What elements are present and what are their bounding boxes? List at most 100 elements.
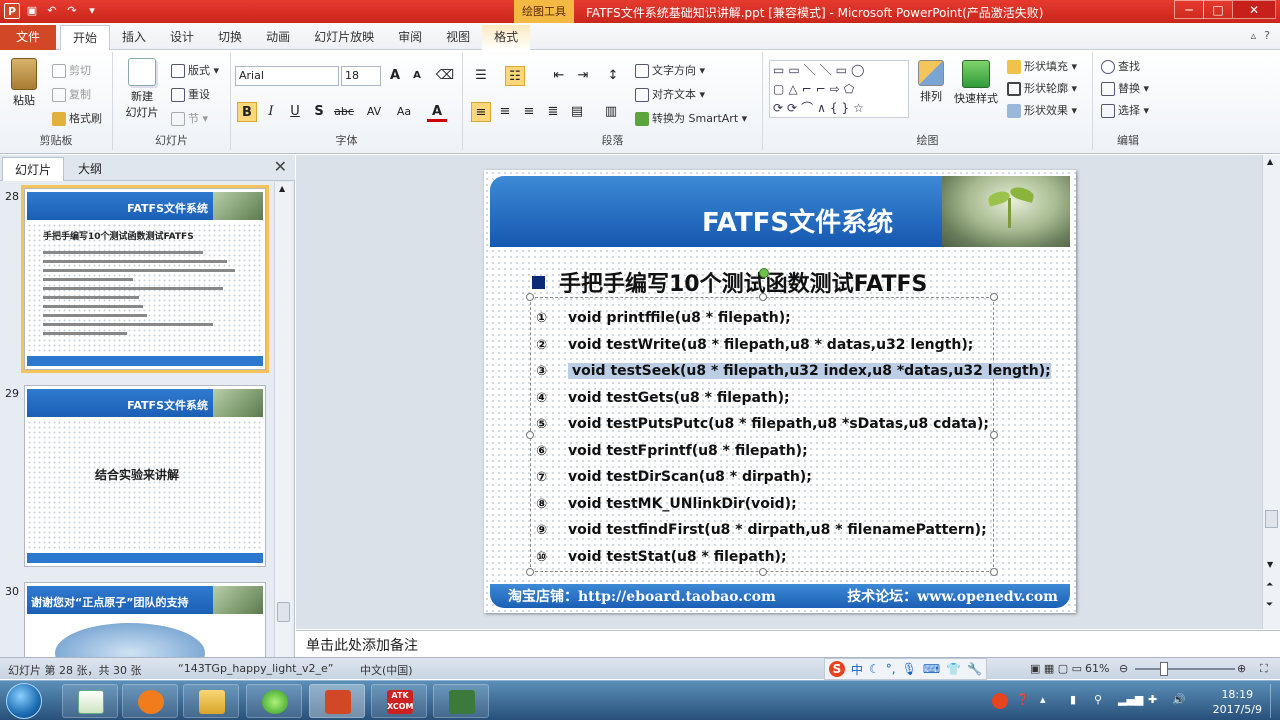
tab-animations[interactable]: 动画 — [254, 25, 302, 50]
list-item[interactable]: ⑨ void testfindFirst(u8 * dirpath,u8 * fi… — [536, 519, 1006, 546]
taskbar-explorer[interactable] — [183, 684, 239, 718]
next-slide-icon[interactable]: ⏷ — [1266, 600, 1273, 610]
section-button[interactable]: 节 ▾ — [171, 110, 208, 126]
tab-slideshow[interactable]: 幻灯片放映 — [302, 25, 386, 50]
usb-icon[interactable]: ⚲ — [1094, 693, 1102, 706]
taskbar-powerpoint[interactable] — [309, 684, 365, 718]
sprout-image[interactable] — [942, 176, 1070, 247]
scrollbar-thumb[interactable] — [277, 602, 290, 622]
font-color-button[interactable]: A — [427, 102, 447, 122]
list-item[interactable]: ④ void testGets(u8 * filepath); — [536, 387, 1006, 414]
quick-styles-button[interactable]: 快速样式 — [951, 60, 1001, 106]
zoom-level[interactable]: 61% — [1085, 662, 1109, 675]
powerpoint-logo-icon[interactable]: P — [4, 3, 20, 19]
taskbar-browser[interactable] — [246, 684, 302, 718]
list-item[interactable]: ② void testWrite(u8 * filepath,u8 * datas… — [536, 334, 1006, 361]
sogou-logo-icon[interactable]: S — [829, 661, 845, 677]
find-button[interactable]: 查找 — [1101, 58, 1140, 74]
undo-icon[interactable]: ↶ — [44, 3, 60, 19]
previous-slide-icon[interactable]: ⏶ — [1266, 580, 1273, 590]
taskbar-atk-xcom[interactable]: ATK XCOM — [371, 684, 427, 718]
underline-button[interactable]: U — [285, 102, 305, 122]
language-indicator[interactable]: 中文(中国) — [360, 662, 413, 678]
view-buttons[interactable]: ▣ ▦ ▢ ▭ — [1030, 662, 1082, 675]
italic-button[interactable]: I — [261, 102, 281, 122]
bullets-icon[interactable]: ☰ — [471, 66, 491, 86]
increase-indent-icon[interactable]: ⇥ — [573, 66, 593, 86]
slide-footer[interactable]: 淘宝店铺：http://eboard.taobao.com 技术论坛：www.o… — [490, 584, 1070, 608]
smartart-button[interactable]: 转换为 SmartArt ▾ — [635, 110, 747, 126]
columns-icon[interactable]: ▥ — [601, 102, 621, 122]
tab-insert[interactable]: 插入 — [110, 25, 158, 50]
shadow-button[interactable]: S — [309, 102, 329, 122]
slides-panel-scrollbar[interactable]: ▲ — [274, 182, 292, 657]
close-button[interactable]: ✕ — [1232, 0, 1276, 19]
decrease-indent-icon[interactable]: ⇤ — [549, 66, 569, 86]
list-item[interactable]: ⑥ void testFprintf(u8 * filepath); — [536, 440, 1006, 467]
clear-format-icon[interactable]: ⌫ — [435, 66, 455, 86]
align-right-icon[interactable]: ≡ — [519, 102, 539, 122]
arrange-button[interactable]: 排列 — [913, 60, 949, 104]
copy-button[interactable]: 复制 — [52, 86, 91, 102]
cut-button[interactable]: 剪切 — [52, 62, 91, 78]
scroll-up-icon[interactable]: ▲ — [1267, 157, 1273, 166]
bold-button[interactable]: B — [237, 102, 257, 122]
new-slide-button[interactable]: 新建 幻灯片 — [117, 58, 167, 120]
tray-expand-icon[interactable]: ▴ — [1040, 693, 1046, 706]
tray-app-icon[interactable]: ✚ — [1148, 693, 1157, 706]
qat-dropdown-icon[interactable]: ▾ — [84, 3, 100, 19]
format-painter-button[interactable]: 格式刷 — [52, 110, 102, 126]
align-text-button[interactable]: 对齐文本 ▾ — [635, 86, 705, 102]
start-button[interactable] — [6, 683, 42, 719]
maximize-button[interactable]: □ — [1203, 0, 1233, 19]
font-name-select[interactable]: Arial — [235, 66, 339, 86]
tab-format[interactable]: 格式 — [482, 25, 531, 50]
shapes-gallery[interactable]: ▭▭＼＼▭◯ ▢△⌐⌐⇨⬠ ⟳⟳⌒∧{}☆ — [769, 60, 909, 118]
shape-outline-button[interactable]: 形状轮廓 ▾ — [1007, 80, 1077, 96]
save-icon[interactable]: ▣ — [24, 3, 40, 19]
shape-effects-button[interactable]: 形状效果 ▾ — [1007, 102, 1077, 118]
slide-title[interactable]: FATFS文件系统 — [702, 202, 893, 239]
taskbar-pdf[interactable] — [122, 684, 178, 718]
skin-icon[interactable]: 👕 — [946, 662, 961, 676]
tab-outline-pane[interactable]: 大纲 — [66, 157, 114, 181]
theme-name[interactable]: “143TGp_happy_light_v2_e” — [178, 662, 333, 675]
tab-file[interactable]: 文件 — [0, 25, 56, 50]
battery-icon[interactable]: ▮ — [1070, 693, 1076, 706]
tools-icon[interactable]: 🔧 — [967, 662, 982, 676]
resize-handle[interactable] — [759, 293, 767, 301]
scrollbar-thumb[interactable] — [1265, 510, 1278, 528]
resize-handle[interactable] — [526, 431, 534, 439]
tab-home[interactable]: 开始 — [60, 25, 111, 50]
grow-font-button[interactable]: A — [385, 66, 405, 86]
help-tray-icon[interactable]: ❓ — [1016, 693, 1030, 706]
layout-button[interactable]: 版式 ▾ — [171, 62, 219, 78]
distributed-icon[interactable]: ▤ — [567, 102, 587, 122]
help-icon[interactable]: ? — [1264, 29, 1270, 42]
punctuation-icon[interactable]: °, — [886, 662, 896, 676]
zoom-in-icon[interactable]: ⊕ — [1237, 662, 1246, 675]
scroll-down-icon[interactable]: ▼ — [1267, 560, 1273, 569]
list-item[interactable]: ③ void testSeek(u8 * filepath,u32 index,u… — [536, 360, 1051, 387]
network-icon[interactable]: ▂▄▆ — [1118, 693, 1143, 706]
shrink-font-button[interactable]: A — [407, 66, 427, 86]
list-item[interactable]: ⑤ void testPutsPutc(u8 * filepath,u8 *sDa… — [536, 413, 1006, 440]
list-item[interactable]: ① void printffile(u8 * filepath); — [536, 307, 1006, 334]
close-panel-icon[interactable]: ✕ — [274, 157, 287, 176]
reset-button[interactable]: 重设 — [171, 86, 210, 102]
zoom-slider[interactable] — [1135, 668, 1235, 670]
tab-design[interactable]: 设计 — [158, 25, 206, 50]
resize-handle[interactable] — [526, 568, 534, 576]
line-spacing-icon[interactable]: ↕ — [603, 66, 623, 86]
sogou-tray-icon[interactable] — [992, 693, 1008, 709]
resize-handle[interactable] — [526, 293, 534, 301]
justify-icon[interactable]: ≣ — [543, 102, 563, 122]
align-left-icon[interactable]: ≡ — [471, 102, 491, 122]
current-slide[interactable]: FATFS文件系统 手把手编写10个测试函数测试FATFS ① void prin… — [484, 170, 1076, 613]
list-item[interactable]: ⑧ void testMK_UNlinkDir(void); — [536, 493, 1006, 520]
zoom-out-icon[interactable]: ⊖ — [1119, 662, 1128, 675]
taskbar-visio[interactable] — [433, 684, 489, 718]
numbering-icon[interactable]: ☷ — [505, 66, 525, 86]
paste-button[interactable]: 粘贴 — [6, 58, 42, 108]
rotate-handle[interactable] — [759, 268, 769, 278]
